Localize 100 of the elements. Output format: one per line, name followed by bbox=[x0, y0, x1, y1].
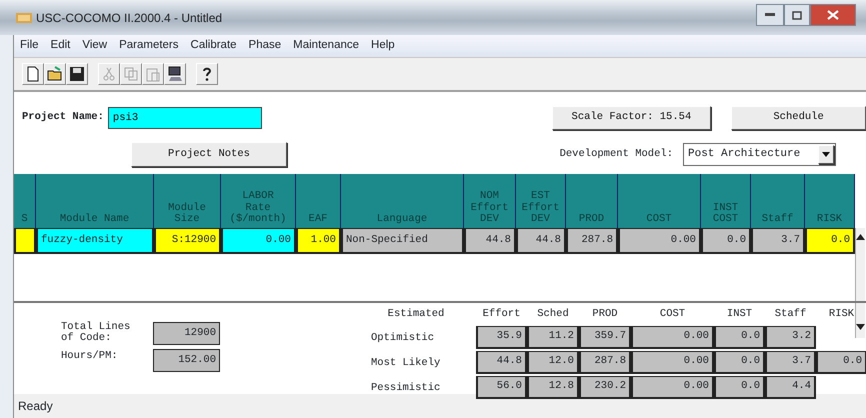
column-header: Language bbox=[341, 174, 464, 228]
scroll-down-icon[interactable] bbox=[856, 324, 865, 330]
table-cell[interactable]: S:12900 bbox=[154, 228, 221, 254]
project-name-field[interactable]: psi3 bbox=[108, 107, 262, 129]
project-name-label: Project Name: bbox=[22, 110, 104, 126]
app-icon bbox=[16, 12, 32, 22]
menu-item[interactable]: Help bbox=[365, 37, 401, 55]
table-cell: 0.00 bbox=[631, 376, 714, 399]
close-button[interactable] bbox=[810, 4, 856, 26]
menu-item[interactable]: Phase bbox=[242, 37, 288, 55]
table-cell: 44.8 bbox=[516, 228, 566, 254]
column-header: S bbox=[14, 174, 36, 228]
hours-per-pm-label: Hours/PM: bbox=[61, 349, 119, 364]
computer-icon bbox=[167, 66, 183, 82]
table-cell[interactable]: 1.00 bbox=[296, 228, 341, 254]
table-cell: 12.8 bbox=[527, 376, 579, 399]
table-cell: 11.2 bbox=[527, 326, 579, 349]
status-text: Ready bbox=[18, 398, 53, 415]
total-lines-label: Total Lines of Code: bbox=[61, 322, 132, 345]
development-model-dropdown[interactable]: Post Architecture bbox=[683, 143, 836, 166]
table-cell[interactable]: Non-Specified bbox=[341, 228, 464, 254]
scale-factor-button[interactable]: Scale Factor: 15.54 bbox=[552, 106, 712, 130]
window-title: USC-COCOMO II.2000.4 - Untitled bbox=[36, 10, 222, 26]
table-cell: 0.0 bbox=[816, 351, 866, 374]
maximize-icon bbox=[792, 10, 802, 20]
table-cell: 3.2 bbox=[765, 326, 816, 349]
toolbar-button[interactable] bbox=[66, 63, 88, 85]
paste-icon bbox=[145, 66, 161, 82]
row-label: Optimistic bbox=[370, 330, 436, 346]
total-lines-value: 12900 bbox=[153, 322, 220, 345]
column-header: Module Size bbox=[154, 174, 221, 228]
table-cell: 359.7 bbox=[579, 326, 631, 349]
scrollbar[interactable] bbox=[855, 228, 865, 338]
table-cell[interactable]: 0.0 bbox=[805, 228, 855, 254]
table-cell: 56.0 bbox=[476, 376, 527, 399]
table-cell: 4.4 bbox=[765, 376, 816, 399]
row-label: Most Likely bbox=[370, 356, 442, 371]
menu-item[interactable]: File bbox=[14, 37, 45, 55]
column-header: Effort bbox=[482, 307, 522, 322]
table-cell: 287.8 bbox=[579, 351, 631, 374]
row-selector[interactable] bbox=[14, 228, 36, 254]
minimize-icon bbox=[765, 13, 775, 17]
close-icon bbox=[827, 10, 839, 20]
table-cell: 0.0 bbox=[714, 351, 765, 374]
table-cell: 0.00 bbox=[631, 326, 714, 349]
table-cell: 12.0 bbox=[527, 351, 579, 374]
column-header: PROD bbox=[566, 174, 618, 228]
column-header: INST bbox=[726, 307, 754, 322]
column-header: COST bbox=[618, 174, 701, 228]
project-notes-button[interactable]: Project Notes bbox=[131, 142, 287, 167]
toolbar-button[interactable] bbox=[164, 63, 186, 85]
menu-item[interactable]: Calibrate bbox=[184, 37, 243, 55]
row-label: Pessimistic bbox=[370, 380, 442, 396]
table-cell: 3.7 bbox=[751, 228, 805, 254]
menu-item[interactable]: View bbox=[76, 37, 114, 55]
column-header: RISK bbox=[828, 307, 856, 322]
menu-item[interactable]: Maintenance bbox=[287, 37, 366, 55]
menu-item[interactable]: Edit bbox=[44, 37, 76, 55]
column-header: Staff bbox=[751, 174, 805, 228]
table-cell: 0.00 bbox=[631, 351, 714, 374]
menu-item[interactable]: Parameters bbox=[113, 37, 185, 55]
column-header: Estimated bbox=[386, 307, 446, 322]
column-header: Staff bbox=[774, 307, 808, 322]
table-cell: 44.8 bbox=[464, 228, 516, 254]
table-cell[interactable]: 0.00 bbox=[221, 228, 296, 254]
development-model-label: Development Model: bbox=[560, 146, 673, 162]
column-header: EST Effort DEV bbox=[516, 174, 566, 228]
column-header: COST bbox=[658, 307, 686, 322]
hours-per-pm-value: 152.00 bbox=[153, 349, 220, 372]
toolbar-button[interactable] bbox=[196, 63, 218, 85]
table-cell: 3.7 bbox=[765, 351, 816, 374]
save-icon bbox=[69, 66, 85, 82]
column-header: LABOR Rate ($/month) bbox=[221, 174, 296, 228]
scissors-icon bbox=[101, 66, 117, 82]
scroll-up-icon[interactable] bbox=[856, 234, 865, 240]
table-cell: 44.8 bbox=[476, 351, 527, 374]
schedule-button[interactable]: Schedule bbox=[731, 106, 866, 130]
table-cell: 230.2 bbox=[579, 376, 631, 399]
dropdown-arrow-icon bbox=[822, 152, 830, 157]
copy-icon bbox=[123, 66, 139, 82]
column-header: NOM Effort DEV bbox=[464, 174, 516, 228]
table-cell: 0.0 bbox=[701, 228, 751, 254]
column-header: Sched bbox=[536, 307, 570, 322]
table-cell: 35.9 bbox=[476, 326, 527, 349]
maximize-button[interactable] bbox=[784, 4, 810, 26]
toolbar-button[interactable] bbox=[44, 63, 66, 85]
column-header: INST COST bbox=[701, 174, 751, 228]
column-header: PROD bbox=[591, 307, 619, 322]
table-cell: 0.0 bbox=[714, 376, 765, 399]
column-header: EAF bbox=[296, 174, 341, 228]
column-header: Module Name bbox=[36, 174, 154, 228]
table-cell: 287.8 bbox=[566, 228, 618, 254]
toolbar-button[interactable] bbox=[22, 63, 44, 85]
new-file-icon bbox=[25, 66, 41, 82]
table-cell: 0.00 bbox=[618, 228, 701, 254]
table-cell[interactable]: fuzzy-density bbox=[36, 228, 154, 254]
open-folder-icon bbox=[47, 66, 63, 82]
column-header: RISK bbox=[805, 174, 855, 228]
table-cell: 0.0 bbox=[714, 326, 765, 349]
minimize-button[interactable] bbox=[756, 4, 784, 26]
